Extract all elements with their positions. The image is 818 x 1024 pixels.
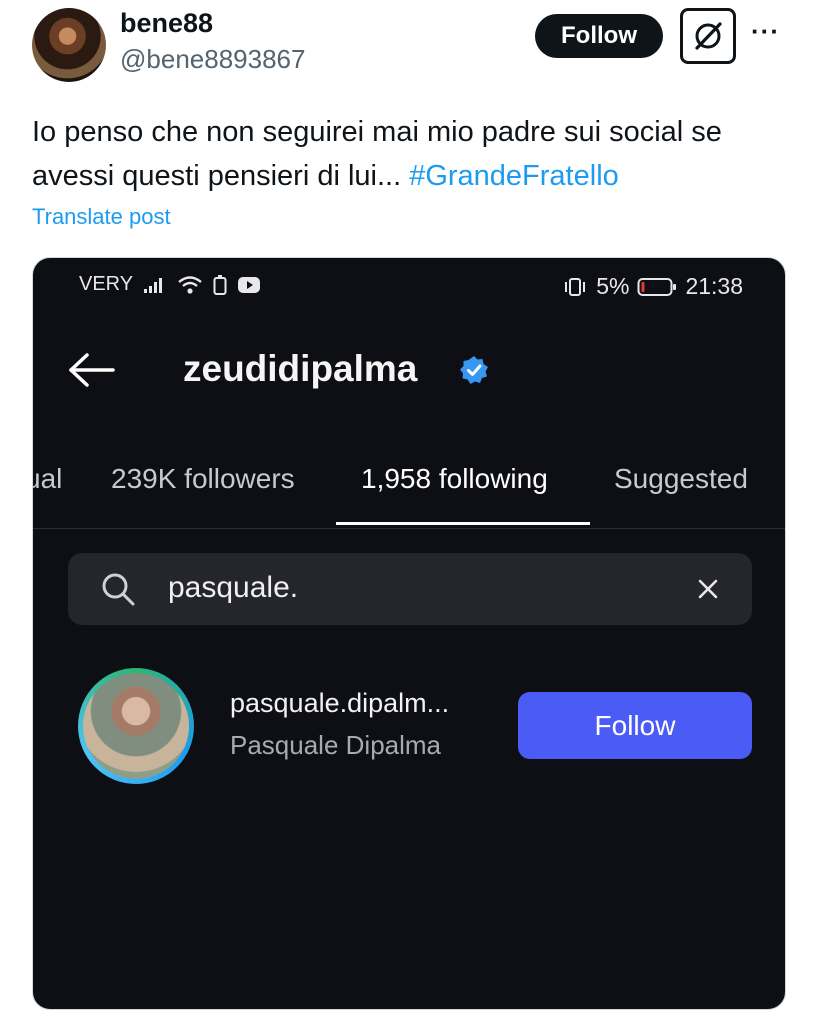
active-tab-indicator <box>336 522 590 525</box>
status-bar-left: VERY <box>79 273 261 296</box>
grok-icon <box>695 22 722 50</box>
result-follow-button[interactable]: Follow <box>518 692 752 759</box>
battery-icon <box>637 277 677 297</box>
post-text: Io penso che non seguirei mai mio padre … <box>32 110 792 198</box>
result-avatar-photo <box>83 673 189 779</box>
author-avatar[interactable] <box>32 8 106 82</box>
tab-suggested[interactable]: Suggested <box>614 463 748 495</box>
search-input[interactable]: pasquale. <box>68 553 752 625</box>
vibrate-icon <box>562 276 588 298</box>
translate-post-link[interactable]: Translate post <box>32 204 171 230</box>
sim-icon <box>213 274 227 296</box>
tab-following[interactable]: 1,958 following <box>361 463 548 495</box>
back-arrow-icon[interactable] <box>65 350 117 390</box>
carrier-label: VERY <box>79 273 134 295</box>
grok-button[interactable] <box>680 8 736 64</box>
profile-username: zeudidipalma <box>183 348 418 389</box>
result-username[interactable]: pasquale.dipalm... <box>230 688 449 719</box>
verified-badge-icon <box>460 356 488 384</box>
signal-icon <box>143 276 167 294</box>
result-avatar[interactable] <box>78 668 194 784</box>
wifi-icon <box>177 275 203 295</box>
search-query[interactable]: pasquale. <box>168 571 298 605</box>
result-full-name: Pasquale Dipalma <box>230 730 442 760</box>
status-bar-right: 5% 21:38 <box>562 273 743 300</box>
author-handle[interactable]: @bene8893867 <box>120 44 305 75</box>
more-options-button[interactable]: ··· <box>751 16 780 47</box>
battery-percent: 5% <box>596 273 630 299</box>
author-display-name[interactable]: bene88 <box>120 8 213 39</box>
clear-search-icon[interactable] <box>694 575 722 603</box>
follow-button[interactable]: Follow <box>535 14 663 58</box>
clock-time: 21:38 <box>685 273 743 299</box>
embedded-screenshot[interactable]: VERY 5% 21:38 zeudidipalma al 239K follo… <box>32 257 786 1010</box>
tab-mutual[interactable]: ual <box>33 463 62 495</box>
hashtag-link[interactable]: #GrandeFratello <box>409 160 619 192</box>
tab-followers[interactable]: 239K followers <box>111 463 295 495</box>
tab-divider <box>33 528 785 529</box>
youtube-icon <box>237 276 261 294</box>
search-icon <box>102 573 135 606</box>
